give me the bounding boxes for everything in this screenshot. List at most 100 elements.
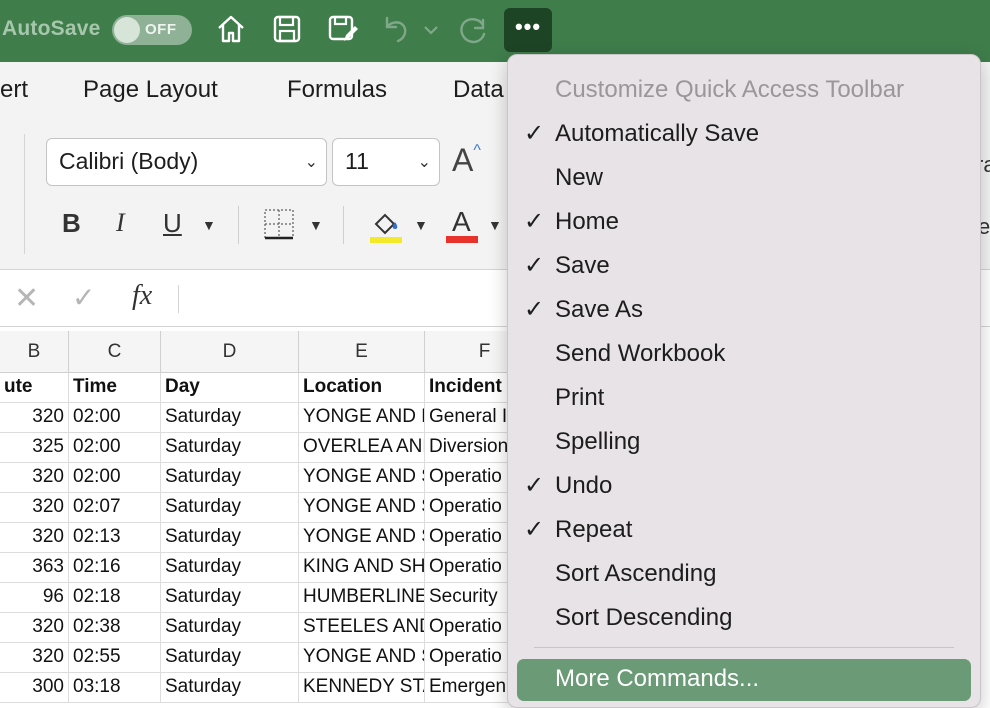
table-cell[interactable]: 02:00 — [69, 403, 161, 433]
table-cell[interactable]: 02:13 — [69, 523, 161, 553]
more-dots-icon: ••• — [514, 14, 542, 39]
menu-item-print[interactable]: Print — [508, 377, 980, 421]
fill-color-chevron-icon[interactable]: ▼ — [414, 217, 428, 233]
menu-item-spelling[interactable]: Spelling — [508, 421, 980, 465]
cancel-icon[interactable]: ✕ — [14, 281, 39, 316]
underline-chevron-icon[interactable]: ▼ — [202, 217, 216, 233]
checkmark-icon: ✓ — [524, 252, 545, 279]
menu-item-label: Undo — [555, 472, 613, 499]
table-cell[interactable]: YONGE AND S — [299, 463, 425, 493]
table-cell[interactable]: YONGE AND D — [299, 403, 425, 433]
header-cell[interactable]: Location — [299, 373, 425, 403]
underline-button[interactable]: U — [163, 208, 182, 239]
table-cell[interactable]: 363 — [0, 553, 69, 583]
table-cell[interactable]: Saturday — [161, 493, 299, 523]
menu-item-label: New — [555, 164, 604, 191]
table-cell[interactable]: 320 — [0, 613, 69, 643]
table-cell[interactable]: 96 — [0, 583, 69, 613]
menu-item-undo[interactable]: ✓ Undo — [508, 465, 980, 509]
table-cell[interactable]: 03:18 — [69, 673, 161, 703]
font-name-select[interactable]: Calibri (Body) ⌄ — [46, 138, 327, 186]
column-header-e[interactable]: E — [299, 331, 425, 373]
toggle-state-label: OFF — [145, 21, 177, 38]
menu-item-send-workbook[interactable]: Send Workbook — [508, 333, 980, 377]
table-cell[interactable]: 02:07 — [69, 493, 161, 523]
table-cell[interactable]: Saturday — [161, 553, 299, 583]
tab-formulas[interactable]: Formulas — [287, 76, 387, 104]
header-cell[interactable]: Day — [161, 373, 299, 403]
italic-button[interactable]: I — [116, 208, 125, 238]
table-cell[interactable]: 320 — [0, 463, 69, 493]
table-cell[interactable]: YONGE AND S — [299, 643, 425, 673]
menu-header-label: Customize Quick Access Toolbar — [555, 76, 905, 103]
table-cell[interactable]: 325 — [0, 433, 69, 463]
grow-font-button[interactable]: A^ — [452, 142, 481, 179]
table-cell[interactable]: HUMBERLINE — [299, 583, 425, 613]
more-commands-item[interactable]: More Commands... — [517, 659, 971, 701]
column-header-d[interactable]: D — [161, 331, 299, 373]
header-cell[interactable]: ute — [0, 373, 69, 403]
save-as-icon[interactable] — [326, 12, 360, 46]
table-cell[interactable]: KING AND SH. — [299, 553, 425, 583]
repeat-icon[interactable] — [456, 12, 490, 46]
menu-item-sort-descending[interactable]: Sort Descending — [508, 597, 980, 641]
table-cell[interactable]: 320 — [0, 493, 69, 523]
font-color-chevron-icon[interactable]: ▼ — [488, 217, 502, 233]
table-cell[interactable]: YONGE AND S — [299, 523, 425, 553]
autosave-toggle[interactable]: OFF — [112, 15, 192, 45]
undo-icon[interactable] — [378, 12, 412, 46]
menu-item-repeat[interactable]: ✓ Repeat — [508, 509, 980, 553]
home-icon[interactable] — [214, 12, 248, 46]
insert-function-icon[interactable]: fx — [132, 280, 152, 312]
bold-button[interactable]: B — [62, 208, 81, 239]
table-cell[interactable]: 02:16 — [69, 553, 161, 583]
table-cell[interactable]: Saturday — [161, 613, 299, 643]
table-cell[interactable]: Saturday — [161, 583, 299, 613]
table-cell[interactable]: 320 — [0, 403, 69, 433]
table-cell[interactable]: KENNEDY STA — [299, 673, 425, 703]
borders-chevron-icon[interactable]: ▼ — [309, 217, 323, 233]
tab-insert[interactable]: ert — [0, 76, 28, 104]
table-cell[interactable]: 02:18 — [69, 583, 161, 613]
table-cell[interactable]: Saturday — [161, 463, 299, 493]
table-cell[interactable]: 300 — [0, 673, 69, 703]
borders-icon — [264, 209, 294, 240]
table-cell[interactable]: 320 — [0, 643, 69, 673]
menu-item-home[interactable]: ✓ Home — [508, 201, 980, 245]
font-size-select[interactable]: 11 ⌄ — [332, 138, 440, 186]
menu-item-sort-ascending[interactable]: Sort Ascending — [508, 553, 980, 597]
autosave-label: AutoSave — [2, 17, 101, 40]
save-icon[interactable] — [270, 12, 304, 46]
table-cell[interactable]: STEELES AND — [299, 613, 425, 643]
caret-up-icon: ^ — [473, 142, 481, 159]
confirm-icon[interactable]: ✓ — [72, 281, 95, 314]
formula-divider — [178, 285, 179, 313]
more-toolbar-button[interactable]: ••• — [504, 8, 552, 52]
tab-data[interactable]: Data — [453, 76, 504, 104]
table-cell[interactable]: Saturday — [161, 403, 299, 433]
menu-item-save-as[interactable]: ✓ Save As — [508, 289, 980, 333]
menu-item-save[interactable]: ✓ Save — [508, 245, 980, 289]
column-header-c[interactable]: C — [69, 331, 161, 373]
table-cell[interactable]: Saturday — [161, 523, 299, 553]
undo-chevron-icon[interactable] — [420, 12, 442, 46]
header-cell[interactable]: Time — [69, 373, 161, 403]
table-cell[interactable]: 02:38 — [69, 613, 161, 643]
table-cell[interactable]: OVERLEA AND — [299, 433, 425, 463]
more-commands-label: More Commands... — [555, 665, 760, 692]
table-cell[interactable]: Saturday — [161, 673, 299, 703]
font-color-button[interactable]: A — [446, 206, 480, 244]
menu-item-automatically-save[interactable]: ✓ Automatically Save — [508, 113, 980, 157]
table-cell[interactable]: Saturday — [161, 643, 299, 673]
table-cell[interactable]: Saturday — [161, 433, 299, 463]
fill-color-button[interactable] — [368, 206, 404, 244]
menu-item-new[interactable]: New — [508, 157, 980, 201]
borders-button[interactable] — [263, 208, 295, 240]
column-header-b[interactable]: B — [0, 331, 69, 373]
table-cell[interactable]: 02:00 — [69, 463, 161, 493]
table-cell[interactable]: YONGE AND S — [299, 493, 425, 523]
tab-page-layout[interactable]: Page Layout — [83, 76, 218, 104]
table-cell[interactable]: 02:00 — [69, 433, 161, 463]
table-cell[interactable]: 02:55 — [69, 643, 161, 673]
table-cell[interactable]: 320 — [0, 523, 69, 553]
